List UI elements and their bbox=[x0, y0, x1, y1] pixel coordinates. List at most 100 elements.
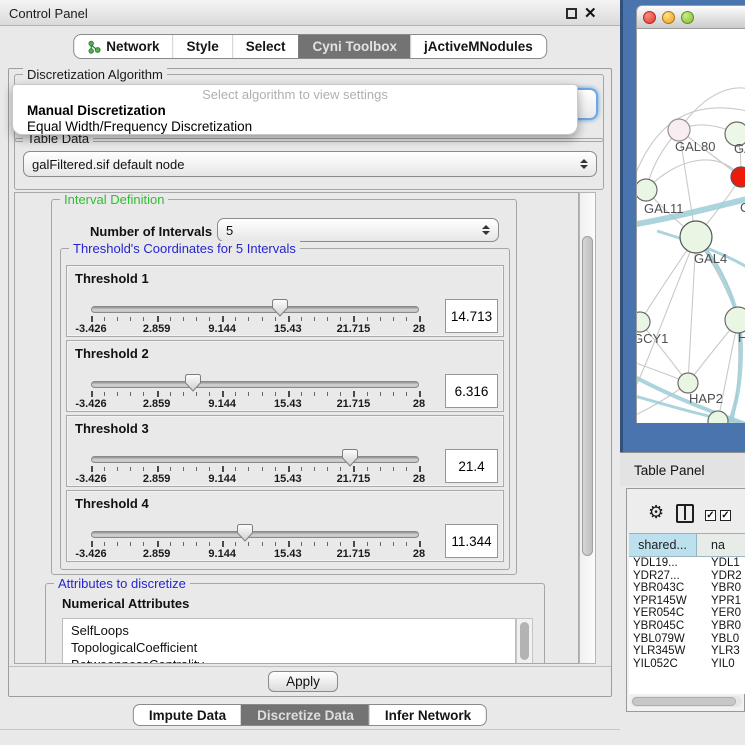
slider-tick bbox=[419, 466, 421, 472]
table-row[interactable]: YBL079WYBL0 bbox=[629, 633, 745, 646]
attributes-list-scrollbar[interactable] bbox=[516, 618, 533, 664]
table-row[interactable]: YBR043CYBR0 bbox=[629, 582, 745, 595]
network-node[interactable] bbox=[731, 167, 745, 187]
column-header-shared-name[interactable]: shared... bbox=[629, 534, 697, 556]
table-cell[interactable]: YPR1 bbox=[697, 595, 745, 608]
network-graph[interactable]: GAL80GACGAL11GAL4GCY1HHAP2 bbox=[637, 29, 745, 423]
network-node[interactable] bbox=[678, 373, 698, 393]
settings-vertical-scrollbar[interactable] bbox=[579, 192, 596, 664]
slider-track[interactable] bbox=[91, 306, 419, 313]
slider-tick bbox=[222, 316, 224, 322]
close-traffic-light-icon[interactable] bbox=[643, 11, 656, 24]
scrollbar-thumb[interactable] bbox=[582, 236, 593, 556]
table-cell[interactable]: YBR045C bbox=[629, 620, 697, 633]
table-panel: ⚙ ✓ ✓ shared...naYDL19...YDL1YDR27...YDR… bbox=[626, 488, 745, 712]
slider-track[interactable] bbox=[91, 456, 419, 463]
table-horizontal-scrollbar[interactable] bbox=[631, 696, 742, 707]
scrollbar-thumb[interactable] bbox=[632, 697, 736, 706]
attribute-list-item[interactable]: SelfLoops bbox=[71, 622, 515, 639]
apply-button[interactable]: Apply bbox=[268, 671, 338, 692]
table-cell[interactable]: YPR145W bbox=[629, 595, 697, 608]
node-label: GCY1 bbox=[637, 331, 668, 346]
table-row[interactable]: YER054CYER0 bbox=[629, 607, 745, 620]
column-header-name[interactable]: na bbox=[697, 534, 745, 556]
table-cell[interactable]: YER054C bbox=[629, 607, 697, 620]
threshold-panel: Threshold 2 6.316 -3.4262.8599.14415.432… bbox=[66, 340, 504, 412]
checkbox-icon[interactable]: ✓ bbox=[720, 510, 731, 521]
numerical-attributes-list[interactable]: SelfLoopsTopologicalCoefficientBetweenne… bbox=[62, 618, 516, 664]
minimize-traffic-light-icon[interactable] bbox=[662, 11, 675, 24]
threshold-value-box[interactable]: 6.316 bbox=[445, 374, 498, 408]
table-row[interactable]: YBR045CYBR0 bbox=[629, 620, 745, 633]
number-of-intervals-value: 5 bbox=[226, 223, 476, 238]
table-cell[interactable]: YER0 bbox=[697, 607, 745, 620]
table-row[interactable]: YDR27...YDR2 bbox=[629, 570, 745, 583]
threshold-value-box[interactable]: 14.713 bbox=[445, 299, 498, 333]
tab-network[interactable]: Network bbox=[74, 35, 172, 58]
table-data-combobox[interactable]: galFiltered.sif default node bbox=[23, 151, 597, 177]
table-cell[interactable]: YDR2 bbox=[697, 570, 745, 583]
table-cell[interactable]: YDL19... bbox=[629, 557, 697, 570]
table-cell[interactable]: YBR0 bbox=[697, 620, 745, 633]
slider-thumb[interactable] bbox=[342, 449, 358, 467]
checkbox-icon[interactable]: ✓ bbox=[705, 510, 716, 521]
table-cell[interactable]: YDR27... bbox=[629, 570, 697, 583]
slider-tick bbox=[288, 541, 290, 547]
attribute-list-item[interactable]: BetweennessCentrality bbox=[71, 656, 515, 664]
slider-thumb[interactable] bbox=[237, 524, 253, 542]
network-node[interactable] bbox=[668, 119, 690, 141]
slider-tick bbox=[196, 317, 197, 321]
slider-thumb[interactable] bbox=[272, 299, 288, 317]
table-cell[interactable]: YIL052C bbox=[629, 658, 697, 671]
network-node[interactable] bbox=[680, 221, 712, 253]
threshold-value-box[interactable]: 21.4 bbox=[445, 449, 498, 483]
slider-track[interactable] bbox=[91, 531, 419, 538]
slider-tick bbox=[367, 317, 368, 321]
network-node[interactable] bbox=[637, 312, 650, 332]
scrollbar-thumb[interactable] bbox=[520, 622, 529, 660]
slider-tick bbox=[104, 542, 105, 546]
slider-thumb[interactable] bbox=[185, 374, 201, 392]
table-cell[interactable]: YBR0 bbox=[697, 582, 745, 595]
tab-style[interactable]: Style bbox=[172, 35, 231, 58]
tab-jactivemnodules[interactable]: jActiveMNodules bbox=[410, 35, 546, 58]
table-cell[interactable]: YLR3 bbox=[697, 645, 745, 658]
number-of-intervals-combobox[interactable]: 5 bbox=[217, 218, 499, 242]
slider-tick bbox=[262, 392, 263, 396]
slider-tick bbox=[91, 466, 93, 472]
table-cell[interactable]: YDL1 bbox=[697, 557, 745, 570]
table-cell[interactable]: YBL079W bbox=[629, 633, 697, 646]
slider-tick bbox=[104, 467, 105, 471]
tab-impute-data[interactable]: Impute Data bbox=[134, 705, 241, 725]
slider-track[interactable] bbox=[91, 381, 419, 388]
table-row[interactable]: YLR345WYLR3 bbox=[629, 645, 745, 658]
node-attribute-table[interactable]: shared...naYDL19...YDL1YDR27...YDR2YBR04… bbox=[629, 533, 745, 694]
network-canvas[interactable]: GAL80GACGAL11GAL4GCY1HHAP2 bbox=[636, 29, 745, 423]
slider-tick bbox=[327, 542, 328, 546]
table-cell[interactable]: YLR345W bbox=[629, 645, 697, 658]
table-row[interactable]: YDL19...YDL1 bbox=[629, 557, 745, 570]
network-node[interactable] bbox=[637, 179, 657, 201]
float-window-icon[interactable] bbox=[566, 8, 577, 19]
table-row[interactable]: YPR145WYPR1 bbox=[629, 595, 745, 608]
threshold-value-box[interactable]: 11.344 bbox=[445, 524, 498, 558]
table-cell[interactable]: YBR043C bbox=[629, 582, 697, 595]
table-cell[interactable]: YBL0 bbox=[697, 633, 745, 646]
dropdown-item[interactable]: Manual Discretization bbox=[13, 103, 577, 119]
close-icon[interactable]: ✕ bbox=[584, 4, 597, 22]
zoom-traffic-light-icon[interactable] bbox=[681, 11, 694, 24]
split-columns-icon[interactable] bbox=[676, 504, 694, 523]
table-cell[interactable]: YIL0 bbox=[697, 658, 745, 671]
gear-icon[interactable]: ⚙ bbox=[648, 503, 664, 521]
tab-select[interactable]: Select bbox=[232, 35, 299, 58]
tab-discretize-data[interactable]: Discretize Data bbox=[241, 705, 369, 725]
node-label: GAL80 bbox=[675, 139, 715, 154]
slider-tick-label: 21.715 bbox=[337, 548, 371, 560]
dropdown-item[interactable]: Equal Width/Frequency Discretization bbox=[13, 119, 577, 135]
tab-cyni-toolbox[interactable]: Cyni Toolbox bbox=[299, 35, 411, 58]
tab-infer-network[interactable]: Infer Network bbox=[369, 705, 486, 725]
table-row[interactable]: YIL052CYIL0 bbox=[629, 658, 745, 671]
attribute-list-item[interactable]: TopologicalCoefficient bbox=[71, 639, 515, 656]
slider-tick-label: 15.43 bbox=[274, 548, 302, 560]
slider-tick bbox=[288, 391, 290, 397]
